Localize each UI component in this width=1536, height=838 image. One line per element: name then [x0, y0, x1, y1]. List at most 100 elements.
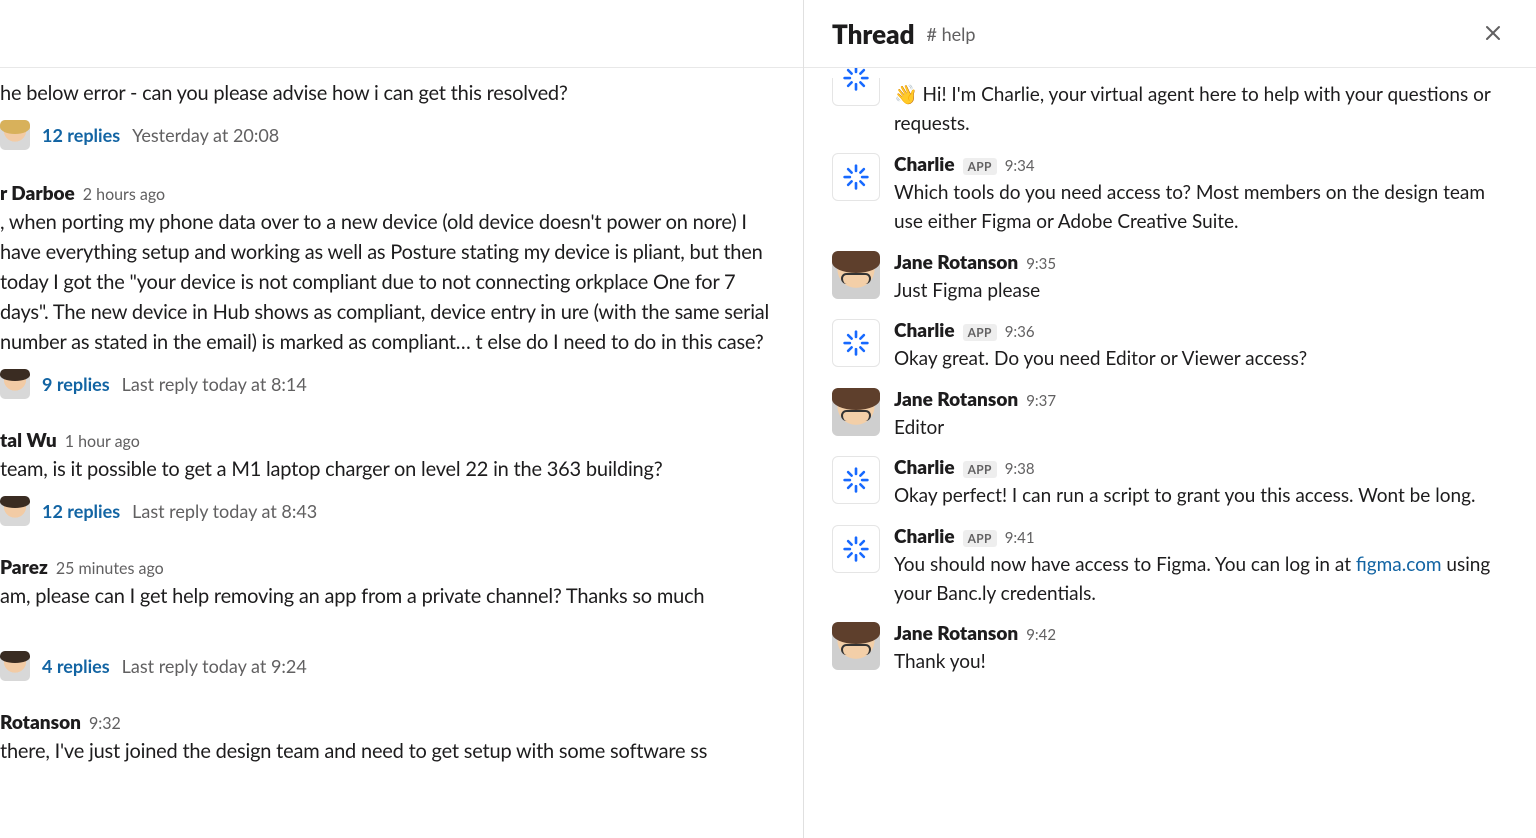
app-root: he below error - can you please advise h…	[0, 0, 1536, 838]
message-time: 1 hour ago	[65, 432, 140, 451]
thread-header: Thread # help	[804, 0, 1536, 68]
channel-header-space	[0, 8, 803, 68]
thread-message[interactable]: Charlie APP 9:41 You should now have acc…	[832, 525, 1508, 609]
thread-text: Just Figma please	[894, 276, 1508, 305]
message-body: there, I've just joined the design team …	[0, 736, 779, 766]
thread-time: 9:38	[1005, 460, 1035, 478]
thread-avatar-wrap	[832, 388, 880, 442]
thread-message[interactable]: Charlie APP 9:34 Which tools do you need…	[832, 153, 1508, 237]
thread-message[interactable]: Charlie APP 9:36 Okay great. Do you need…	[832, 319, 1508, 373]
thread-avatar-wrap	[832, 251, 880, 305]
thread-message[interactable]: Jane Rotanson 9:42 Thank you!	[832, 622, 1508, 676]
reply-avatar[interactable]	[0, 496, 30, 526]
thread-message[interactable]: 👋 Hi! I'm Charlie, your virtual agent he…	[832, 78, 1508, 139]
message-time: 25 minutes ago	[56, 559, 164, 578]
reply-avatar[interactable]	[0, 369, 30, 399]
thread-avatar[interactable]	[832, 388, 880, 436]
thread-avatar[interactable]	[832, 525, 880, 573]
thread-channel-name[interactable]: # help	[927, 23, 976, 45]
thread-author[interactable]: Charlie	[894, 456, 955, 479]
thread-title: Thread	[832, 18, 915, 50]
app-badge: APP	[963, 158, 997, 175]
thread-time: 9:36	[1005, 323, 1035, 341]
reply-row[interactable]: 9 replies Last reply today at 8:14	[0, 369, 779, 399]
thread-text: You should now have access to Figma. You…	[894, 550, 1508, 609]
thread-avatar-wrap	[832, 319, 880, 373]
close-icon	[1484, 24, 1502, 42]
channel-pane: he below error - can you please advise h…	[0, 0, 804, 838]
reply-row[interactable]: 12 replies Yesterday at 20:08	[0, 120, 779, 150]
thread-text: Which tools do you need access to? Most …	[894, 178, 1508, 237]
channel-message[interactable]: Parez 25 minutes ago am, please can I ge…	[0, 556, 779, 681]
thread-author[interactable]: Jane Rotanson	[894, 388, 1018, 411]
thread-avatar-wrap	[832, 525, 880, 609]
thread-pane: Thread # help 👋 Hi! I'm Charlie, your vi…	[804, 0, 1536, 838]
charlie-bot-icon	[842, 68, 870, 92]
reply-avatar[interactable]	[0, 651, 30, 681]
channel-message[interactable]: he below error - can you please advise h…	[0, 78, 779, 150]
charlie-bot-icon	[842, 535, 870, 563]
reply-avatar[interactable]	[0, 120, 30, 150]
app-badge: APP	[963, 530, 997, 547]
message-author[interactable]: tal Wu	[0, 429, 57, 452]
reply-last-time: Last reply today at 8:14	[122, 373, 307, 395]
thread-time: 9:41	[1005, 529, 1035, 547]
thread-time: 9:35	[1026, 255, 1056, 273]
reply-last-time: Last reply today at 9:24	[122, 655, 307, 677]
thread-text: Editor	[894, 413, 1508, 442]
reply-count[interactable]: 9 replies	[42, 373, 110, 395]
close-thread-button[interactable]	[1478, 14, 1508, 53]
thread-time: 9:42	[1026, 626, 1056, 644]
message-body: team, is it possible to get a M1 laptop …	[0, 454, 779, 484]
thread-avatar[interactable]	[832, 251, 880, 299]
message-body: , when porting my phone data over to a n…	[0, 207, 779, 357]
thread-time: 9:34	[1005, 157, 1035, 175]
thread-text: 👋 Hi! I'm Charlie, your virtual agent he…	[894, 80, 1508, 139]
message-author[interactable]: Rotanson	[0, 711, 81, 734]
reply-count[interactable]: 4 replies	[42, 655, 110, 677]
message-time: 9:32	[89, 714, 121, 733]
thread-message[interactable]: Jane Rotanson 9:35 Just Figma please	[832, 251, 1508, 305]
thread-author[interactable]: Jane Rotanson	[894, 622, 1018, 645]
figma-link[interactable]: figma.com	[1356, 553, 1442, 576]
message-author[interactable]: r Darboe	[0, 182, 75, 205]
thread-author[interactable]: Charlie	[894, 153, 955, 176]
thread-avatar-wrap	[832, 456, 880, 510]
thread-avatar[interactable]	[832, 456, 880, 504]
thread-author[interactable]: Jane Rotanson	[894, 251, 1018, 274]
thread-scroll[interactable]: 👋 Hi! I'm Charlie, your virtual agent he…	[804, 68, 1536, 838]
thread-avatar[interactable]	[832, 78, 880, 106]
thread-message[interactable]: Charlie APP 9:38 Okay perfect! I can run…	[832, 456, 1508, 510]
thread-avatar[interactable]	[832, 319, 880, 367]
message-time: 2 hours ago	[83, 185, 165, 204]
thread-avatar[interactable]	[832, 153, 880, 201]
reply-row[interactable]: 12 replies Last reply today at 8:43	[0, 496, 779, 526]
reply-last-time: Last reply today at 8:43	[132, 500, 317, 522]
thread-avatar[interactable]	[832, 622, 880, 670]
reply-count[interactable]: 12 replies	[42, 500, 120, 522]
thread-avatar-wrap	[832, 78, 880, 139]
app-badge: APP	[963, 461, 997, 478]
reply-row[interactable]: 4 replies Last reply today at 9:24	[0, 651, 779, 681]
channel-message[interactable]: tal Wu 1 hour ago team, is it possible t…	[0, 429, 779, 526]
message-author[interactable]: Parez	[0, 556, 48, 579]
charlie-bot-icon	[842, 466, 870, 494]
message-body: he below error - can you please advise h…	[0, 78, 779, 108]
thread-author[interactable]: Charlie	[894, 319, 955, 342]
thread-message[interactable]: Jane Rotanson 9:37 Editor	[832, 388, 1508, 442]
thread-text: Thank you!	[894, 647, 1508, 676]
message-body: am, please can I get help removing an ap…	[0, 581, 779, 611]
channel-scroll[interactable]: he below error - can you please advise h…	[0, 0, 803, 838]
reply-count[interactable]: 12 replies	[42, 124, 120, 146]
channel-message[interactable]: Rotanson 9:32 there, I've just joined th…	[0, 711, 779, 766]
thread-author[interactable]: Charlie	[894, 525, 955, 548]
thread-time: 9:37	[1026, 392, 1056, 410]
thread-text: Okay great. Do you need Editor or Viewer…	[894, 344, 1508, 373]
charlie-bot-icon	[842, 329, 870, 357]
thread-text: Okay perfect! I can run a script to gran…	[894, 481, 1508, 510]
app-badge: APP	[963, 324, 997, 341]
channel-message[interactable]: r Darboe 2 hours ago , when porting my p…	[0, 182, 779, 399]
thread-avatar-wrap	[832, 153, 880, 237]
thread-avatar-wrap	[832, 622, 880, 676]
charlie-bot-icon	[842, 163, 870, 191]
